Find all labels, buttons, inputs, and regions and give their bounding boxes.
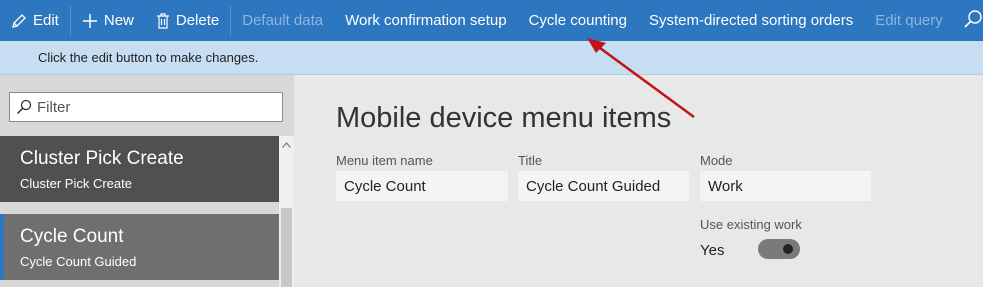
delete-button[interactable]: Delete [145, 0, 230, 41]
edit-button[interactable]: Edit [0, 0, 70, 41]
search-button[interactable] [957, 0, 983, 41]
menu-item-list: Cluster Pick Create Cluster Pick Create … [0, 136, 279, 287]
scroll-thumb[interactable] [281, 208, 292, 287]
message-bar: Click the edit button to make changes. [0, 41, 983, 75]
filter-placeholder: Filter [37, 98, 71, 116]
list-item-title: Cluster Pick Create [20, 147, 184, 169]
title-field[interactable]: Cycle Count Guided [518, 171, 689, 201]
message-text: Click the edit button to make changes. [38, 50, 259, 65]
trash-icon [156, 12, 170, 29]
list-item-subtitle: Cycle Count Guided [20, 253, 137, 269]
use-existing-work-toggle[interactable] [758, 239, 800, 259]
list-item-selected[interactable]: Cycle Count Cycle Count Guided [0, 214, 279, 280]
edit-query-button[interactable]: Edit query [864, 0, 954, 41]
list-scrollbar[interactable] [279, 136, 294, 287]
mode-field[interactable]: Work [700, 171, 871, 201]
new-button[interactable]: New [71, 0, 145, 41]
title-label: Title [518, 153, 543, 168]
menu-item-name-field[interactable]: Cycle Count [336, 171, 508, 201]
filter-field[interactable]: Filter [9, 92, 283, 122]
page-title: Mobile device menu items [336, 102, 672, 134]
details-pane: Mobile device menu items Menu item name … [294, 75, 983, 287]
edit-label: Edit [33, 12, 59, 29]
action-pane: Edit New Delete Default data Work confir… [0, 0, 983, 41]
list-item[interactable]: Cluster Pick Create Cluster Pick Create [0, 136, 279, 202]
search-icon [963, 9, 983, 33]
scroll-up-icon[interactable] [279, 138, 294, 152]
mode-label: Mode [700, 153, 733, 168]
use-existing-work-value: Yes [700, 242, 725, 259]
menu-item-name-label: Menu item name [336, 153, 433, 168]
pencil-icon [11, 13, 27, 29]
search-icon [16, 99, 32, 115]
delete-label: Delete [175, 12, 220, 29]
list-pane: Filter Cluster Pick Create Cluster Pick … [0, 75, 294, 287]
new-label: New [103, 12, 134, 29]
use-existing-work-label: Use existing work [700, 217, 802, 232]
list-item-subtitle: Cluster Pick Create [20, 175, 132, 191]
work-confirmation-setup-button[interactable]: Work confirmation setup [334, 0, 517, 41]
cycle-counting-button[interactable]: Cycle counting [518, 0, 638, 41]
toggle-knob [783, 244, 793, 254]
system-directed-sorting-orders-button[interactable]: System-directed sorting orders [638, 0, 864, 41]
default-data-button[interactable]: Default data [231, 0, 334, 41]
list-item-title: Cycle Count [20, 225, 124, 247]
plus-icon [82, 13, 98, 29]
